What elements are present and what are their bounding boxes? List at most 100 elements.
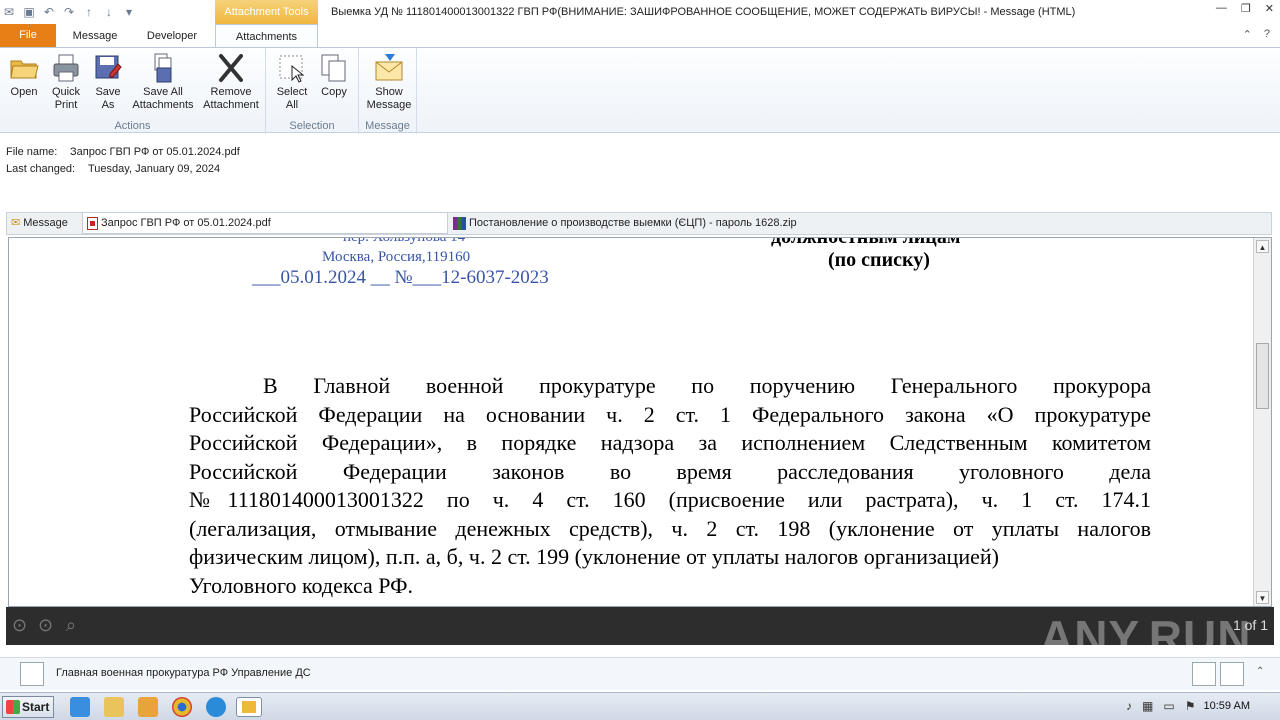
clock[interactable]: 10:59 AM xyxy=(1204,700,1250,712)
collapse-ribbon-icon[interactable]: ⌃ xyxy=(1243,28,1252,41)
save-all-attachments-button[interactable]: Save All Attachments xyxy=(130,52,196,112)
scroll-down-icon[interactable]: ▼ xyxy=(1256,591,1269,604)
body-line: Российской Федерации на основании ч. 2 с… xyxy=(189,401,1151,427)
open-button[interactable]: Open xyxy=(4,52,44,99)
copy-button[interactable]: Copy xyxy=(314,52,354,99)
show-message-button[interactable]: Show Message xyxy=(363,52,415,112)
body-line: №111801400013001322 по ч. 4 ст. 160 (при… xyxy=(189,487,1151,512)
remove-label-1: Remove xyxy=(210,86,252,98)
flag-icon[interactable]: ⚑ xyxy=(1185,699,1196,713)
help-icon[interactable]: ? xyxy=(1264,28,1270,41)
body-line: физическим лицом), п.п. а, б, ч. 2 ст. 1… xyxy=(189,544,999,569)
redo-icon[interactable]: ↷ xyxy=(62,5,76,19)
start-label: Start xyxy=(22,700,50,714)
taskbar: Start ♪ ▦ ▭ ⚑ 10:59 AM xyxy=(0,692,1280,720)
reference-line: ___05.01.2024 __ №___12-6037-2023 xyxy=(252,267,549,288)
body-line: В Главной военной прокуратуре по поручен… xyxy=(263,373,1151,398)
window-title: Выемка УД № 111801400013001322 ГВП РФ(ВН… xyxy=(331,6,1076,18)
show-message-label-2: Message xyxy=(366,99,412,111)
actions-group: Open Quick Print Save As Save All Attach… xyxy=(0,48,266,134)
ribbon: Open Quick Print Save As Save All Attach… xyxy=(0,47,1280,134)
window-controls: — ❐ ✕ xyxy=(1216,2,1274,15)
people-view-icon[interactable] xyxy=(1192,662,1216,686)
select-all-label-1: Select xyxy=(276,86,308,98)
media-player-icon[interactable] xyxy=(138,697,158,717)
file-name-label: File name: xyxy=(6,146,58,158)
chrome-icon[interactable] xyxy=(172,697,192,717)
undo-icon[interactable]: ↶ xyxy=(42,5,56,19)
last-changed-value: Tuesday, January 09, 2024 xyxy=(88,163,221,175)
close-icon[interactable]: ✕ xyxy=(1265,2,1274,15)
quick-access-toolbar: ✉ ▣ ↶ ↷ ↑ ↓ ▾ xyxy=(2,3,136,21)
scroll-thumb[interactable] xyxy=(1256,343,1269,409)
down-arrow-icon[interactable]: ↓ xyxy=(102,5,116,19)
customize-qat-icon[interactable]: ▾ xyxy=(122,5,136,19)
save-all-icon xyxy=(154,53,172,83)
outlook-icon: ✉ xyxy=(3,5,15,19)
document-body: В Главной военной прокуратуре по поручен… xyxy=(189,372,1151,600)
people-list-icon[interactable] xyxy=(1220,662,1244,686)
save-as-icon xyxy=(95,55,122,79)
attachment-bar: ✉ Message Запрос ГВП РФ от 05.01.2024.pd… xyxy=(6,212,1272,235)
previous-page-icon[interactable]: ⊙ xyxy=(12,615,27,636)
restore-icon[interactable]: ❐ xyxy=(1241,2,1251,15)
tab-developer[interactable]: Developer xyxy=(134,24,210,48)
watermark: ANY.RUN xyxy=(1040,611,1252,663)
scroll-up-icon[interactable]: ▲ xyxy=(1256,240,1269,253)
minimize-icon[interactable]: — xyxy=(1216,2,1227,15)
tab-file[interactable]: File xyxy=(0,24,56,47)
tab-message[interactable]: Message xyxy=(62,24,128,48)
message-group: Show Message Message xyxy=(359,48,417,134)
body-line: Российской Федерации», в порядке надзора… xyxy=(189,430,1151,455)
save-icon[interactable]: ▣ xyxy=(22,5,36,19)
start-button[interactable]: Start xyxy=(2,696,54,718)
attachment-preview[interactable]: пер. Хользунова 14 Москва, Россия,119160… xyxy=(8,237,1272,607)
ribbon-controls: ⌃ ? xyxy=(1243,28,1270,41)
body-line: Российской Федерации законов во время ра… xyxy=(189,458,1151,484)
file-info: File name: Запрос ГВП РФ от 05.01.2024.pd… xyxy=(6,144,240,178)
quick-print-label-2: Print xyxy=(54,99,78,111)
explorer-icon[interactable] xyxy=(104,697,124,717)
attachment-tools-context-tab: Attachment Tools xyxy=(215,0,318,24)
expand-pane-icon[interactable]: ⌃ xyxy=(1256,666,1264,677)
sender-name[interactable]: Главная военная прокуратура РФ Управлени… xyxy=(56,667,311,679)
outlook-window: ✉ ▣ ↶ ↷ ↑ ↓ ▾ Attachment Tools Выемка УД… xyxy=(0,0,1280,720)
attachment-zip[interactable]: Постановление о производстве выемки (ЄЦП… xyxy=(449,213,869,234)
vertical-scrollbar[interactable]: ▲ ▼ xyxy=(1253,238,1271,606)
title-bar: ✉ ▣ ↶ ↷ ↑ ↓ ▾ Attachment Tools Выемка УД… xyxy=(0,0,1280,24)
last-changed-label: Last changed: xyxy=(6,163,76,175)
next-page-icon[interactable]: ⊙ xyxy=(38,615,53,636)
envelope-icon: ✉ xyxy=(11,217,21,229)
sender-avatar[interactable] xyxy=(20,662,44,686)
selection-group: Select All Copy Selection xyxy=(266,48,359,134)
ie-icon[interactable] xyxy=(70,697,90,717)
battery-icon[interactable]: ▭ xyxy=(1163,699,1174,713)
attachment-message-label: Message xyxy=(23,217,68,229)
find-icon[interactable]: ⌕ xyxy=(66,615,76,636)
select-all-label-2: All xyxy=(285,99,299,111)
save-as-button[interactable]: Save As xyxy=(88,52,128,112)
tab-attachments[interactable]: Attachments xyxy=(215,24,318,48)
quick-print-button[interactable]: Quick Print xyxy=(46,52,86,112)
quick-print-label-1: Quick xyxy=(51,86,81,98)
printer-icon xyxy=(53,54,79,82)
save-as-label-1: Save xyxy=(95,86,121,98)
network-icon[interactable]: ▦ xyxy=(1142,699,1153,713)
select-all-button[interactable]: Select All xyxy=(270,52,314,112)
remove-x-icon xyxy=(219,54,243,82)
edge-icon[interactable] xyxy=(206,697,226,717)
up-arrow-icon[interactable]: ↑ xyxy=(82,5,96,19)
attachment-message[interactable]: ✉ Message xyxy=(7,213,81,234)
show-message-label-1: Show xyxy=(375,86,403,98)
attachment-pdf[interactable]: Запрос ГВП РФ от 05.01.2024.pdf xyxy=(82,213,448,234)
message-group-label: Message xyxy=(365,120,410,132)
body-line: Уголовного кодекса РФ. xyxy=(189,572,414,598)
body-line: (легализация, отмывание денежных средств… xyxy=(189,515,1151,541)
remove-attachment-button[interactable]: Remove Attachment xyxy=(198,52,264,112)
file-name-value: Запрос ГВП РФ от 05.01.2024.pdf xyxy=(70,146,240,158)
address-line-1: пер. Хользунова 14 xyxy=(343,237,466,245)
system-tray: ♪ ▦ ▭ ⚑ xyxy=(1126,699,1195,713)
outlook-taskbar-icon[interactable] xyxy=(236,697,262,717)
zip-archive-icon xyxy=(453,217,466,230)
speaker-icon[interactable]: ♪ xyxy=(1126,699,1132,713)
